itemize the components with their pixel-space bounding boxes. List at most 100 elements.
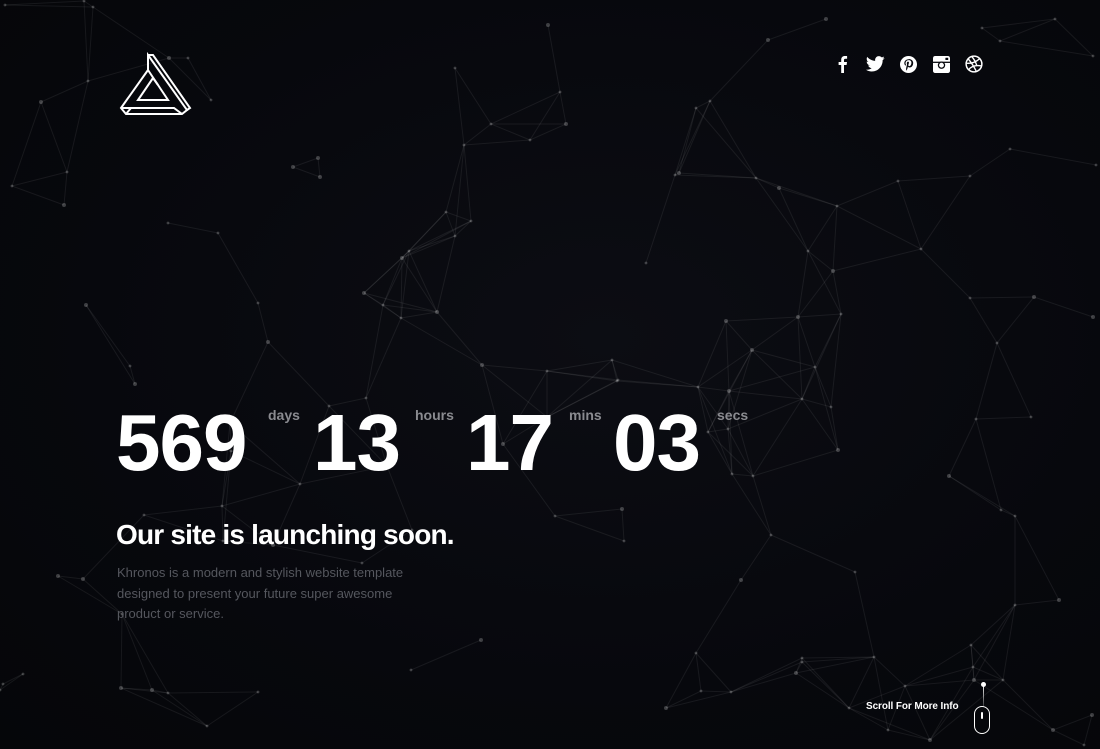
network-link xyxy=(970,604,1016,646)
network-node xyxy=(1053,17,1057,21)
network-link xyxy=(547,24,561,93)
network-link xyxy=(728,366,816,392)
network-node xyxy=(673,173,677,177)
network-node xyxy=(766,38,770,42)
network-link xyxy=(1052,729,1085,746)
network-link xyxy=(695,579,742,654)
network-node xyxy=(847,706,851,710)
network-link xyxy=(996,296,1035,344)
network-node xyxy=(694,651,698,655)
network-node xyxy=(205,724,209,728)
network-node xyxy=(291,165,295,169)
network-link xyxy=(770,534,856,573)
countdown-days-label: days xyxy=(268,407,300,423)
impossible-triangle-logo-icon[interactable] xyxy=(118,52,192,116)
network-node xyxy=(729,690,733,694)
network-node xyxy=(469,219,473,223)
network-node xyxy=(381,303,385,307)
network-node xyxy=(435,310,439,314)
network-node xyxy=(362,291,366,295)
network-node xyxy=(1094,163,1098,167)
network-link xyxy=(120,687,208,727)
network-link xyxy=(836,180,899,207)
network-node xyxy=(664,706,668,710)
pinterest-icon[interactable] xyxy=(898,54,918,74)
network-link xyxy=(920,248,971,299)
network-link xyxy=(400,311,438,319)
network-link xyxy=(546,359,613,372)
network-node xyxy=(794,671,798,675)
network-node xyxy=(142,513,146,517)
network-link xyxy=(920,175,971,250)
network-link xyxy=(267,341,330,407)
network-node xyxy=(829,405,833,409)
dribbble-icon[interactable] xyxy=(964,54,984,74)
network-node xyxy=(968,174,972,178)
network-link xyxy=(996,342,1032,418)
facebook-icon[interactable] xyxy=(832,54,852,74)
network-node xyxy=(216,231,220,235)
network-link xyxy=(121,613,153,691)
network-node xyxy=(1057,598,1061,602)
countdown-secs-label: secs xyxy=(717,407,749,423)
network-link xyxy=(795,672,850,709)
network-link xyxy=(257,302,269,343)
network-link xyxy=(445,144,465,213)
network-node xyxy=(806,249,810,253)
network-node xyxy=(407,249,411,253)
scroll-for-more-info-label[interactable]: Scroll For More Info xyxy=(866,701,959,712)
network-link xyxy=(382,257,403,306)
instagram-icon[interactable] xyxy=(931,54,951,74)
network-node xyxy=(91,5,95,9)
network-link xyxy=(1033,296,1094,318)
network-link xyxy=(751,349,816,368)
countdown-days-value: 569 xyxy=(116,398,247,487)
network-link xyxy=(11,171,68,187)
network-node xyxy=(128,364,132,368)
network-link xyxy=(1000,509,1016,517)
network-node xyxy=(1029,415,1033,419)
countdown-mins-value: 17 xyxy=(466,398,554,487)
network-link xyxy=(807,205,838,252)
network-link xyxy=(481,364,548,372)
network-link xyxy=(695,107,757,179)
network-link xyxy=(120,687,169,694)
network-node xyxy=(1013,514,1017,518)
network-link xyxy=(400,317,483,366)
network-link xyxy=(121,613,169,694)
mouse-scroll-icon[interactable] xyxy=(974,706,990,734)
network-node xyxy=(56,574,60,578)
network-link xyxy=(814,366,839,451)
network-link xyxy=(57,575,123,615)
network-node xyxy=(836,448,840,452)
network-node xyxy=(546,23,550,27)
network-link xyxy=(167,222,219,234)
network-link xyxy=(975,416,1032,420)
network-link xyxy=(463,139,531,146)
network-node xyxy=(81,577,85,581)
network-link xyxy=(981,27,1001,42)
network-node xyxy=(1008,147,1012,151)
network-link xyxy=(854,571,875,658)
network-node xyxy=(999,508,1003,512)
network-link xyxy=(92,6,170,59)
network-node xyxy=(444,210,448,214)
network-link xyxy=(730,661,803,693)
network-link xyxy=(730,672,797,693)
network-link xyxy=(546,370,619,381)
network-link xyxy=(167,692,208,727)
network-node xyxy=(489,122,493,126)
network-node xyxy=(318,175,322,179)
network-link xyxy=(814,366,832,408)
countdown-hours-label: hours xyxy=(415,407,454,423)
network-link xyxy=(206,691,259,727)
network-node xyxy=(622,539,626,543)
network-link xyxy=(665,652,697,709)
network-link xyxy=(797,313,842,318)
network-link xyxy=(797,316,803,400)
network-node xyxy=(1091,315,1095,319)
twitter-icon[interactable] xyxy=(865,54,885,74)
network-node xyxy=(610,358,614,362)
network-node xyxy=(1090,713,1094,717)
network-node xyxy=(150,688,154,692)
